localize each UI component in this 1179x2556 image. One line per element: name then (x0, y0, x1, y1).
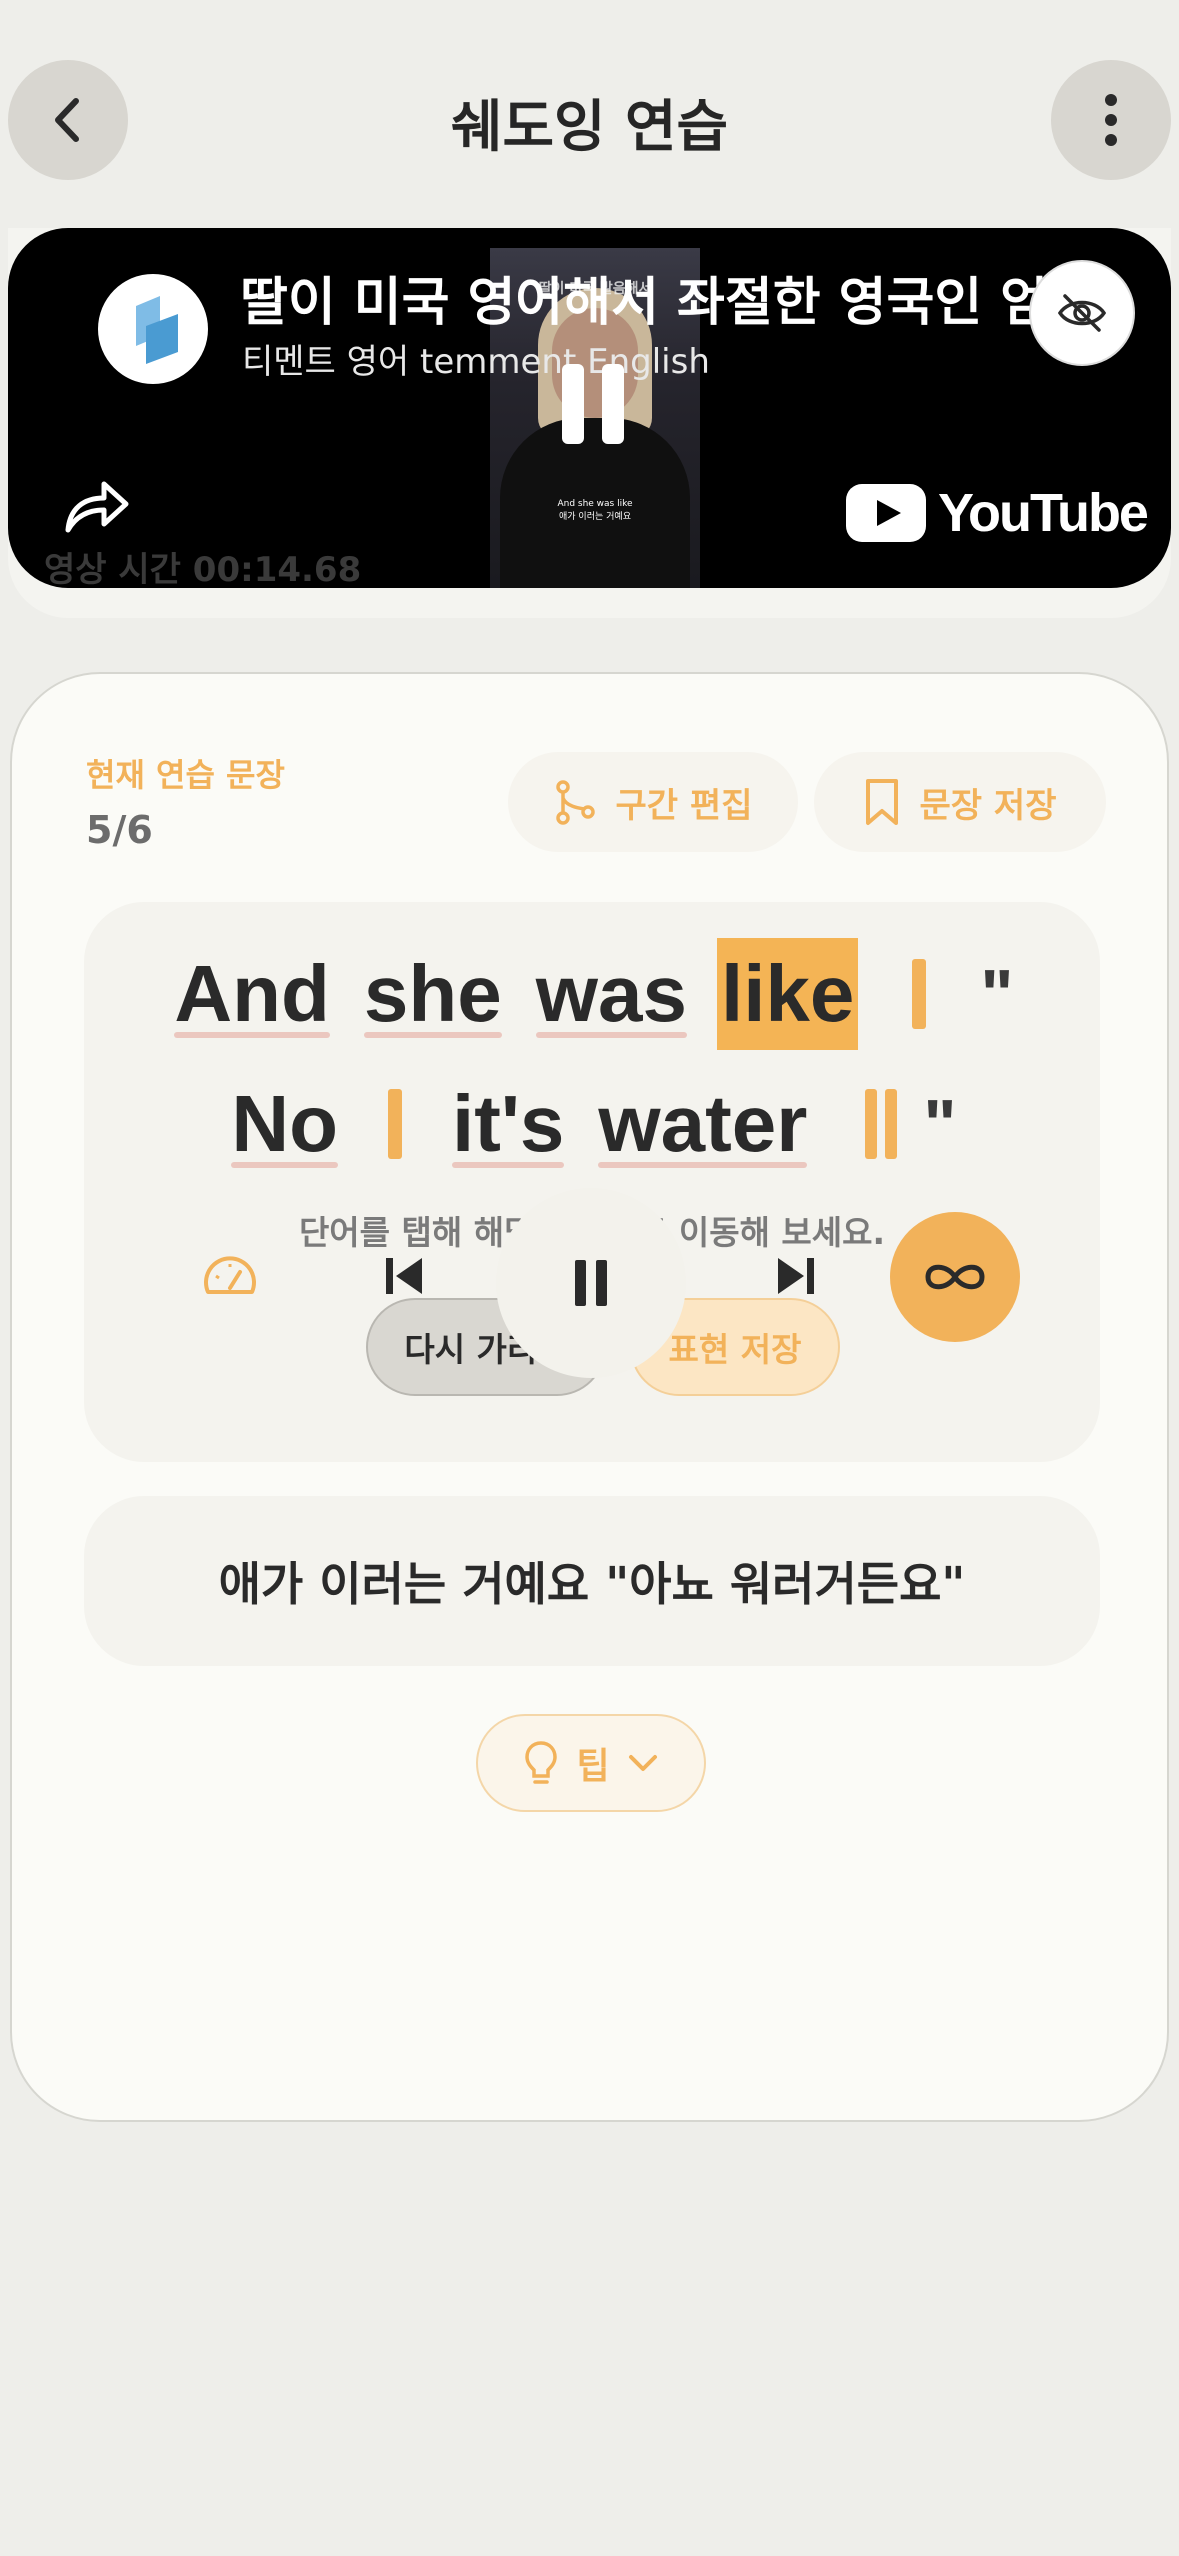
video-time: 영상 시간 00:14.68 (44, 550, 362, 588)
speedometer-icon (204, 1256, 256, 1294)
hide-video-button[interactable] (1029, 260, 1135, 366)
quote-mark: " (923, 1085, 957, 1163)
save-sentence-button[interactable]: 문장 저장 (814, 752, 1106, 852)
header: 쉐도잉 연습 (0, 0, 1179, 240)
skip-next-icon (778, 1258, 814, 1294)
more-vertical-icon (1105, 94, 1117, 146)
quote-mark: " (980, 955, 1014, 1033)
translation-text: 애가 이러는 거예요 "아뇨 워러거든요" (218, 1557, 966, 1611)
save-sentence-label: 문장 저장 (919, 785, 1057, 826)
channel-logo[interactable] (98, 274, 208, 384)
eye-off-icon (1057, 294, 1107, 332)
video-title: 딸이 미국 영어해서 좌절한 영국인 엄마 (240, 273, 1096, 333)
current-sentence-label: 현재 연습 문장 (86, 756, 285, 794)
page-title: 쉐도잉 연습 (450, 95, 729, 160)
thumbnail-caption: And she was like 애가 이러는 거예요 (557, 499, 633, 522)
branch-icon (555, 780, 595, 825)
pause-marker (912, 959, 927, 1029)
word-its[interactable]: it's (448, 1068, 568, 1180)
word-water[interactable]: water (594, 1068, 811, 1180)
sentence-line-2: No it's water " (84, 1068, 1100, 1180)
next-sentence-button[interactable] (756, 1236, 836, 1316)
video-pause-icon[interactable] (558, 364, 628, 444)
speed-button[interactable] (190, 1236, 270, 1316)
word-like-highlighted[interactable]: like (716, 938, 859, 1050)
word-was[interactable]: was (532, 938, 691, 1050)
tip-button[interactable]: 팁 (476, 1714, 706, 1812)
infinity-icon (925, 1264, 985, 1290)
practice-panel: 현재 연습 문장 5/6 구간 편집 문장 저장 And she was lik… (10, 672, 1169, 2122)
long-pause-marker (865, 1089, 898, 1159)
translation-box: 애가 이러는 거예요 "아뇨 워러거든요" (84, 1496, 1100, 1666)
youtube-logo[interactable]: YouTube (846, 480, 1149, 546)
tip-label: 팁 (576, 1746, 610, 1787)
sentence-line-1: And she was like " (84, 938, 1100, 1050)
range-edit-label: 구간 편집 (615, 785, 753, 826)
previous-sentence-button[interactable] (364, 1236, 444, 1316)
loop-button[interactable] (890, 1212, 1020, 1342)
youtube-wordmark: YouTube (938, 483, 1149, 543)
video-channel-name: 티멘트 영어 temment English (242, 342, 710, 382)
share-icon[interactable] (62, 474, 132, 540)
lightbulb-icon (525, 1741, 558, 1784)
word-she[interactable]: she (360, 938, 506, 1050)
pause-marker (388, 1089, 403, 1159)
video-player[interactable]: 딸이 미국 발음해서 And she was like 애가 이러는 거예요 딸… (8, 228, 1171, 588)
skip-previous-icon (386, 1258, 422, 1294)
current-sentence-count: 5/6 (86, 808, 153, 852)
sentence-box: And she was like " No it's water " 단어를 탭… (84, 902, 1100, 1462)
word-no[interactable]: No (227, 1068, 342, 1180)
range-edit-button[interactable]: 구간 편집 (508, 752, 798, 852)
bookmark-icon (865, 779, 898, 825)
more-options-button[interactable] (1051, 60, 1171, 180)
chevron-down-icon (628, 1755, 657, 1771)
word-and[interactable]: And (170, 938, 334, 1050)
play-pause-button[interactable] (496, 1188, 686, 1378)
youtube-play-icon (846, 484, 926, 542)
channel-logo-icon (136, 296, 178, 364)
pause-icon (575, 1260, 607, 1306)
